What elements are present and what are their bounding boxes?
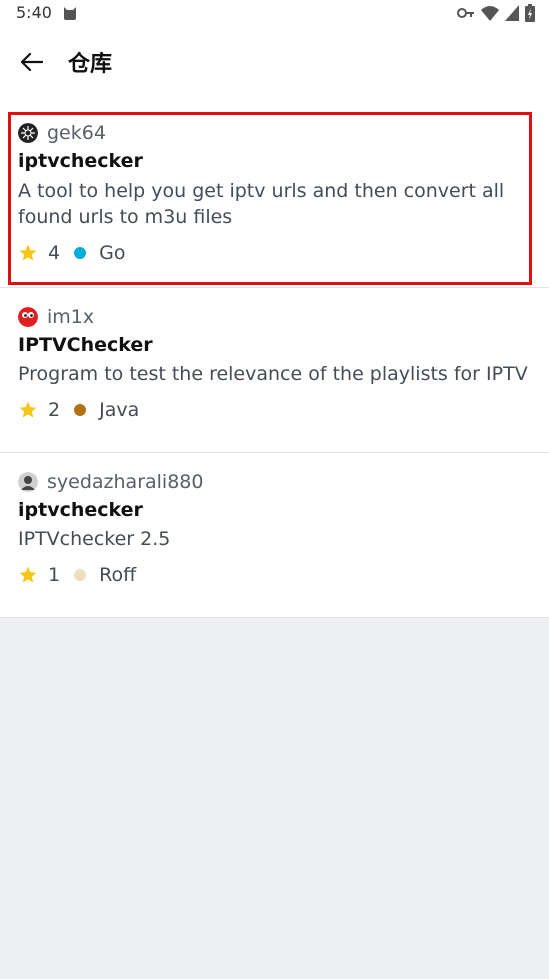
language-color-dot [74,569,87,581]
signal-icon [505,5,519,21]
im1x-avatar-icon [18,307,38,327]
language-label: Roff [99,564,137,586]
wifi-icon [481,6,499,21]
repo-item-syedazharali880-iptvchecker[interactable]: syedazharali880 iptvchecker IPTVchecker … [0,453,549,618]
syedazharali880-avatar-icon [18,472,38,492]
star-count: 1 [48,564,61,586]
owner-name: im1x [47,306,95,328]
owner-name: syedazharali880 [47,471,204,493]
star-count: 4 [48,242,61,264]
star-icon [19,566,37,583]
star-icon [19,244,37,261]
repo-name: iptvchecker [18,150,143,172]
language-color-dot [74,247,87,259]
gek64-avatar-icon [18,123,38,143]
status-icons [457,4,535,22]
battery-icon [525,4,535,22]
arrow-left-icon [21,53,43,71]
owner-name: gek64 [47,122,106,144]
cat-notification-icon [64,7,76,20]
repo-item-gek64-iptvchecker[interactable]: gek64 iptvchecker A tool to help you get… [0,96,549,288]
repository-list: gek64 iptvchecker A tool to help you get… [0,96,549,618]
repo-item-im1x-iptvchecker[interactable]: im1x IPTVChecker Program to test the rel… [0,288,549,453]
page-title: 仓库 [68,52,113,77]
repo-meta: 2 Java [18,399,139,421]
language-label: Java [99,399,140,421]
repo-meta: 4 Go [18,242,125,264]
owner-row: gek64 [18,122,106,144]
star-icon [19,401,37,418]
vpn-key-icon [457,8,474,18]
language-color-dot [74,404,87,416]
status-bar: 5:40 [0,0,549,28]
repo-name: iptvchecker [18,499,143,521]
app-bar: 仓库 [0,28,549,96]
repo-description: A tool to help you get iptv urls and the… [18,180,505,228]
owner-row: im1x [18,306,94,328]
owner-row: syedazharali880 [18,471,203,493]
language-label: Go [99,242,126,264]
status-time: 5:40 [16,3,52,22]
repo-description: Program to test the relevance of the pla… [18,363,528,385]
back-button[interactable] [12,42,52,82]
repo-description: IPTVchecker 2.5 [18,528,171,550]
repo-meta: 1 Roff [18,564,136,586]
repo-name: IPTVChecker [18,334,153,356]
star-count: 2 [48,399,61,421]
